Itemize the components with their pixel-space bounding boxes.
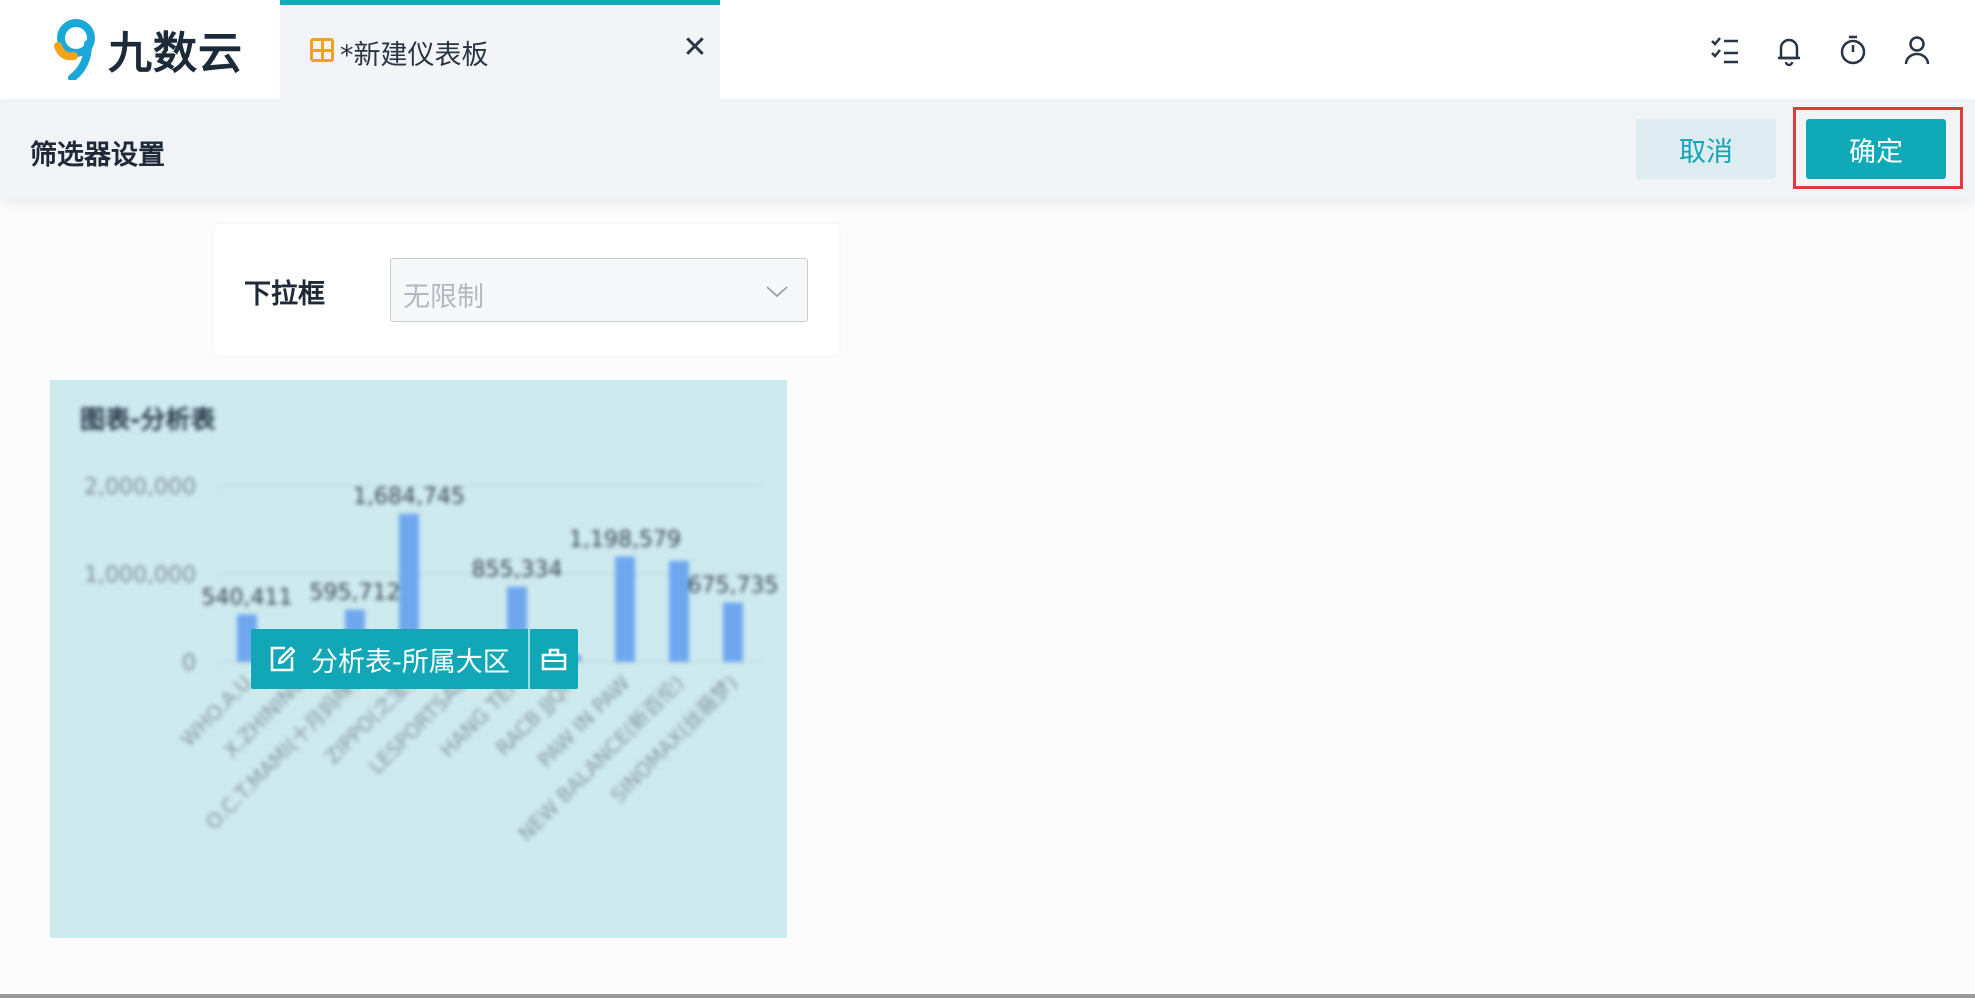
filter-label: 下拉框 xyxy=(244,279,325,310)
data-label: 1,684,745 xyxy=(353,485,465,510)
user-icon[interactable] xyxy=(1899,32,1935,68)
logo-text: 九数云 xyxy=(108,28,243,79)
logo-mark-icon xyxy=(54,19,95,80)
data-label: 540,411 xyxy=(202,585,293,610)
bar xyxy=(723,602,743,662)
chevron-down-icon xyxy=(766,286,788,298)
dashboard-grid-icon xyxy=(310,38,334,62)
widget-more-button[interactable] xyxy=(530,629,578,689)
y-tick-label: 2,000,000 xyxy=(84,475,196,500)
checklist-icon[interactable] xyxy=(1707,32,1743,68)
timer-icon[interactable] xyxy=(1835,32,1871,68)
y-tick-label: 1,000,000 xyxy=(84,563,196,588)
header-actions xyxy=(1707,32,1935,68)
confirm-button[interactable]: 确定 xyxy=(1806,119,1946,179)
tab-title: *新建仪表板 xyxy=(340,40,489,71)
dropdown-value: 无限制 xyxy=(403,282,484,313)
bell-icon[interactable] xyxy=(1771,32,1807,68)
close-icon[interactable]: ✕ xyxy=(680,33,710,63)
edit-widget-button[interactable]: 分析表-所属大区 xyxy=(251,629,528,689)
bar xyxy=(615,556,635,662)
data-label: 595,712 xyxy=(310,581,401,606)
edit-icon xyxy=(270,646,296,672)
top-bar: 九数云 *新建仪表板 ✕ xyxy=(0,0,1975,99)
app-logo[interactable]: 九数云 xyxy=(52,18,243,80)
tab-dashboard[interactable]: *新建仪表板 ✕ xyxy=(280,0,720,99)
data-label: 1,198,579 xyxy=(569,528,681,553)
page-title: 筛选器设置 xyxy=(30,140,165,171)
y-tick-label: 0 xyxy=(182,651,196,676)
cancel-button[interactable]: 取消 xyxy=(1636,119,1776,179)
widget-toolbar: 分析表-所属大区 xyxy=(251,629,578,689)
filter-settings-bar: 筛选器设置 取消 确定 xyxy=(0,99,1975,199)
toolbox-icon xyxy=(541,648,566,671)
widget-label: 分析表-所属大区 xyxy=(311,646,510,678)
dropdown-filter-card: 下拉框 无限制 xyxy=(214,224,839,356)
data-label: 675,735 xyxy=(688,574,779,599)
bottom-divider xyxy=(0,994,1975,998)
bar xyxy=(669,560,689,662)
filter-dropdown[interactable]: 无限制 xyxy=(390,258,808,322)
data-label: 855,334 xyxy=(472,558,563,583)
